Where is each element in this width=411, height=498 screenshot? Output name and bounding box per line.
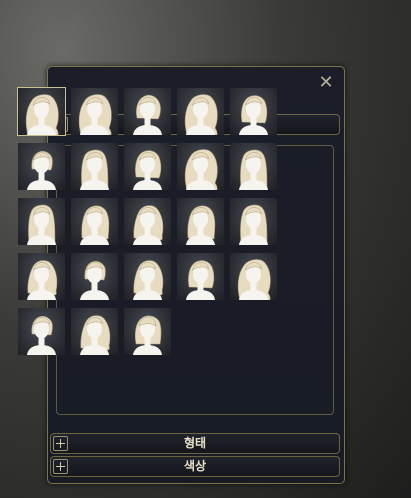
hair-style-thumbnail bbox=[27, 151, 56, 190]
hair-style-thumbnail bbox=[186, 260, 215, 300]
hair-style-option[interactable] bbox=[18, 308, 65, 355]
hair-style-option[interactable] bbox=[230, 88, 277, 135]
close-icon[interactable]: ✕ bbox=[316, 73, 336, 93]
hair-style-option[interactable] bbox=[177, 253, 224, 300]
section-header-color[interactable]: 색상 bbox=[50, 456, 340, 477]
hair-style-option[interactable] bbox=[71, 198, 118, 245]
hair-style-option[interactable] bbox=[230, 143, 277, 190]
hair-style-grid bbox=[17, 87, 283, 355]
hair-style-option[interactable] bbox=[177, 88, 224, 135]
hair-style-option[interactable] bbox=[124, 308, 171, 355]
hair-style-thumbnail bbox=[80, 261, 109, 300]
hair-style-thumbnail bbox=[184, 94, 218, 135]
hair-style-thumbnail bbox=[133, 260, 164, 300]
hair-style-thumbnail bbox=[184, 149, 218, 190]
hair-style-option[interactable] bbox=[230, 198, 277, 245]
hair-style-thumbnail bbox=[133, 94, 162, 135]
shoulders-shape bbox=[27, 345, 56, 355]
hair-style-option[interactable] bbox=[18, 253, 65, 300]
hair-style-thumbnail bbox=[27, 316, 56, 355]
hair-style-thumbnail bbox=[80, 205, 110, 245]
hair-style-thumbnail bbox=[78, 94, 112, 135]
hair-style-thumbnail bbox=[27, 260, 58, 300]
hair-style-option[interactable] bbox=[124, 88, 171, 135]
section-title-color: 색상 bbox=[183, 459, 207, 473]
hair-style-option[interactable] bbox=[230, 253, 277, 300]
hair-style-option[interactable] bbox=[124, 253, 171, 300]
hair-style-option[interactable] bbox=[71, 143, 118, 190]
hair-style-thumbnail bbox=[80, 315, 111, 355]
hair-style-thumbnail bbox=[133, 150, 162, 190]
hair-style-option[interactable] bbox=[177, 143, 224, 190]
hair-style-thumbnail bbox=[133, 205, 164, 245]
hair-style-option[interactable] bbox=[18, 143, 65, 190]
hair-style-thumbnail bbox=[239, 204, 268, 245]
hair-style-thumbnail bbox=[133, 315, 162, 355]
section-header-form[interactable]: 형태 bbox=[50, 433, 340, 454]
hair-style-thumbnail bbox=[237, 259, 271, 300]
hair-style-option[interactable] bbox=[17, 87, 66, 136]
hair-style-option[interactable] bbox=[71, 253, 118, 300]
shoulders-shape bbox=[239, 125, 268, 135]
hair-style-thumbnail bbox=[186, 205, 216, 245]
hair-style-option[interactable] bbox=[124, 198, 171, 245]
hair-style-option[interactable] bbox=[71, 308, 118, 355]
section-title-form: 형태 bbox=[183, 436, 207, 450]
hair-style-option[interactable] bbox=[124, 143, 171, 190]
shoulders-shape bbox=[133, 345, 162, 355]
shoulders-shape bbox=[186, 290, 215, 300]
shoulders-shape bbox=[133, 180, 162, 190]
hair-style-option[interactable] bbox=[18, 198, 65, 245]
hair-style-option[interactable] bbox=[177, 198, 224, 245]
hair-style-thumbnail bbox=[27, 204, 56, 245]
shoulders-shape bbox=[133, 125, 162, 135]
hair-style-thumbnail bbox=[25, 94, 59, 135]
shoulders-shape bbox=[27, 180, 56, 190]
hair-style-thumbnail bbox=[239, 149, 268, 190]
shoulders-shape bbox=[80, 290, 109, 300]
hair-style-thumbnail bbox=[239, 95, 268, 135]
hair-style-thumbnail bbox=[80, 149, 109, 190]
hair-style-option[interactable] bbox=[71, 88, 118, 135]
